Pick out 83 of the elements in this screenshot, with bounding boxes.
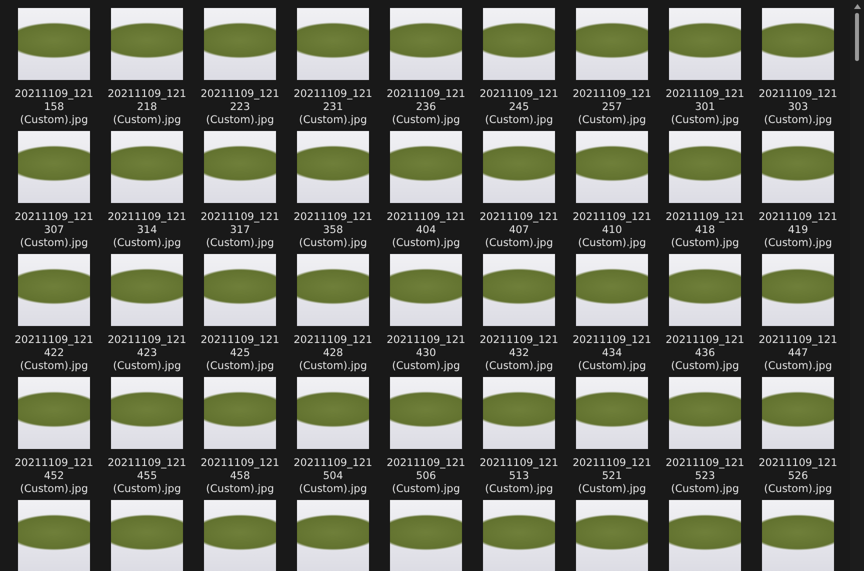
file-name: 20211109_121 523 (Custom).jpg (666, 457, 744, 496)
file-name: 20211109_121 418 (Custom).jpg (666, 211, 744, 250)
file-name: 20211109_121 423 (Custom).jpg (108, 334, 186, 373)
file-name: 20211109_121 452 (Custom).jpg (14, 457, 94, 496)
file-name: 20211109_121 410 (Custom).jpg (572, 211, 652, 250)
file-name: 20211109_121 422 (Custom).jpg (14, 334, 94, 373)
file-name: 20211109_121 455 (Custom).jpg (108, 457, 186, 496)
scroll-up-arrow-icon[interactable] (854, 4, 860, 9)
file-name: 20211109_121 407 (Custom).jpg (480, 211, 558, 250)
leaf-photo[interactable] (111, 131, 183, 203)
leaf-photo[interactable] (111, 500, 183, 571)
leaf-photo[interactable] (483, 131, 555, 203)
file-name: 20211109_121 301 (Custom).jpg (666, 88, 744, 127)
leaf-photo[interactable] (669, 377, 741, 449)
leaf-photo[interactable] (390, 131, 462, 203)
leaf-photo[interactable] (18, 500, 90, 571)
leaf-photo[interactable] (390, 254, 462, 326)
file-name: 20211109_121 158 (Custom).jpg (14, 88, 94, 127)
leaf-photo[interactable] (576, 500, 648, 571)
leaf-photo[interactable] (111, 377, 183, 449)
file-name: 20211109_121 430 (Custom).jpg (386, 334, 466, 373)
file-name: 20211109_121 458 (Custom).jpg (200, 457, 280, 496)
leaf-photo[interactable] (669, 131, 741, 203)
leaf-photo[interactable] (483, 500, 555, 571)
leaf-photo[interactable] (576, 8, 648, 80)
leaf-photo[interactable] (390, 8, 462, 80)
leaf-photo[interactable] (576, 377, 648, 449)
leaf-photo[interactable] (111, 8, 183, 80)
leaf-photo[interactable] (762, 254, 834, 326)
file-name: 20211109_121 504 (Custom).jpg (294, 457, 372, 496)
file-name: 20211109_121 218 (Custom).jpg (108, 88, 186, 127)
leaf-photo[interactable] (669, 500, 741, 571)
file-name: 20211109_121 428 (Custom).jpg (294, 334, 372, 373)
file-name: 20211109_121 245 (Custom).jpg (480, 88, 558, 127)
file-name: 20211109_121 419 (Custom).jpg (758, 211, 838, 250)
file-name: 20211109_121 521 (Custom).jpg (572, 457, 652, 496)
leaf-photo[interactable] (18, 377, 90, 449)
leaf-photo[interactable] (297, 254, 369, 326)
leaf-photo[interactable] (762, 377, 834, 449)
leaf-photo[interactable] (18, 8, 90, 80)
leaf-photo[interactable] (576, 131, 648, 203)
file-name: 20211109_121 317 (Custom).jpg (200, 211, 280, 250)
leaf-photo[interactable] (669, 254, 741, 326)
leaf-photo[interactable] (297, 8, 369, 80)
leaf-photo[interactable] (390, 377, 462, 449)
file-name: 20211109_121 404 (Custom).jpg (386, 211, 466, 250)
file-name: 20211109_121 526 (Custom).jpg (758, 457, 838, 496)
leaf-photo[interactable] (483, 254, 555, 326)
file-name: 20211109_121 236 (Custom).jpg (386, 88, 466, 127)
leaf-photo[interactable] (762, 500, 834, 571)
file-name: 20211109_121 231 (Custom).jpg (294, 88, 372, 127)
file-name: 20211109_121 303 (Custom).jpg (758, 88, 838, 127)
file-name: 20211109_121 432 (Custom).jpg (480, 334, 558, 373)
file-name: 20211109_121 257 (Custom).jpg (572, 88, 652, 127)
leaf-photo[interactable] (204, 500, 276, 571)
scrollbar-thumb[interactable] (855, 13, 859, 61)
leaf-photo[interactable] (297, 500, 369, 571)
leaf-photo[interactable] (204, 131, 276, 203)
leaf-photo[interactable] (204, 377, 276, 449)
file-name: 20211109_121 223 (Custom).jpg (200, 88, 280, 127)
leaf-photo[interactable] (297, 377, 369, 449)
file-name: 20211109_121 506 (Custom).jpg (386, 457, 466, 496)
leaf-photo[interactable] (483, 377, 555, 449)
leaf-photo[interactable] (669, 8, 741, 80)
file-name: 20211109_121 436 (Custom).jpg (666, 334, 744, 373)
leaf-photo[interactable] (18, 131, 90, 203)
leaf-photo[interactable] (204, 254, 276, 326)
leaf-photo[interactable] (576, 254, 648, 326)
file-name: 20211109_121 434 (Custom).jpg (572, 334, 652, 373)
file-name: 20211109_121 425 (Custom).jpg (200, 334, 280, 373)
leaf-photo[interactable] (762, 8, 834, 80)
leaf-photo[interactable] (204, 8, 276, 80)
file-name: 20211109_121 513 (Custom).jpg (480, 457, 558, 496)
file-name: 20211109_121 447 (Custom).jpg (758, 334, 838, 373)
file-name: 20211109_121 307 (Custom).jpg (14, 211, 94, 250)
file-name: 20211109_121 358 (Custom).jpg (294, 211, 372, 250)
leaf-photo[interactable] (297, 131, 369, 203)
leaf-photo[interactable] (390, 500, 462, 571)
leaf-photo[interactable] (111, 254, 183, 326)
leaf-photo[interactable] (483, 8, 555, 80)
file-name: 20211109_121 314 (Custom).jpg (108, 211, 186, 250)
leaf-photo[interactable] (762, 131, 834, 203)
leaf-photo[interactable] (18, 254, 90, 326)
